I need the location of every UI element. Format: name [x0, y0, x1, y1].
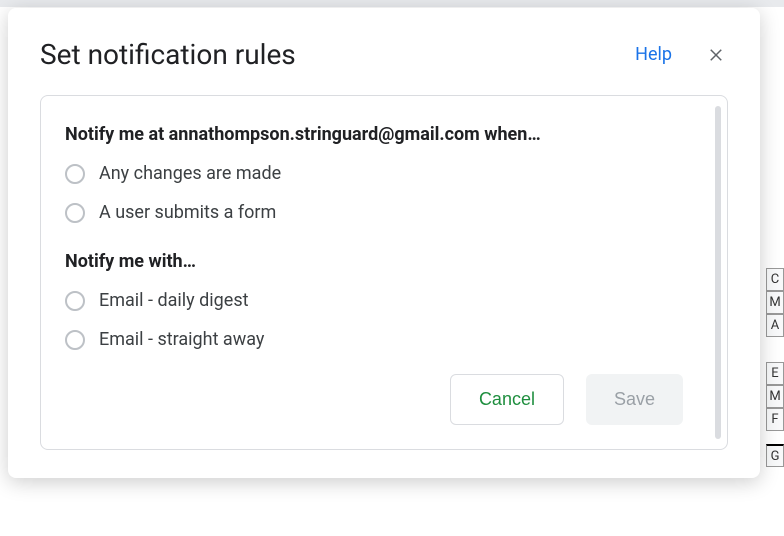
dialog-header: Set notification rules Help: [8, 8, 760, 95]
button-row: Cancel Save: [65, 374, 703, 425]
help-link[interactable]: Help: [635, 44, 672, 65]
scrollbar[interactable]: [715, 106, 721, 439]
toolbar-hint: [0, 0, 784, 7]
radio-icon: [65, 203, 85, 223]
save-button: Save: [586, 374, 683, 425]
cancel-button[interactable]: Cancel: [450, 374, 564, 425]
bg-cell: G: [766, 444, 784, 467]
radio-label: Email - straight away: [99, 329, 264, 350]
close-button[interactable]: [704, 43, 728, 67]
bg-cell: E: [766, 362, 784, 385]
radio-icon: [65, 291, 85, 311]
dialog-body: Notify me at annathompson.stringuard@gma…: [40, 95, 728, 450]
radio-any-changes[interactable]: Any changes are made: [65, 163, 703, 184]
radio-straight-away[interactable]: Email - straight away: [65, 329, 703, 350]
notification-rules-dialog: Set notification rules Help Notify me at…: [8, 8, 760, 478]
radio-form-submit[interactable]: A user submits a form: [65, 202, 703, 223]
notify-when-heading: Notify me at annathompson.stringuard@gma…: [65, 124, 703, 145]
radio-label: A user submits a form: [99, 202, 276, 223]
radio-icon: [65, 330, 85, 350]
radio-label: Email - daily digest: [99, 290, 249, 311]
dialog-title: Set notification rules: [40, 38, 635, 71]
close-icon: [707, 46, 725, 64]
bg-cell: F: [766, 408, 784, 431]
bg-cell: A: [766, 314, 784, 337]
radio-label: Any changes are made: [99, 163, 281, 184]
radio-icon: [65, 164, 85, 184]
radio-daily-digest[interactable]: Email - daily digest: [65, 290, 703, 311]
bg-cell: M: [766, 385, 784, 408]
bg-cell: C: [766, 268, 784, 291]
notify-with-heading: Notify me with…: [65, 251, 703, 272]
bg-cell: M: [766, 291, 784, 314]
